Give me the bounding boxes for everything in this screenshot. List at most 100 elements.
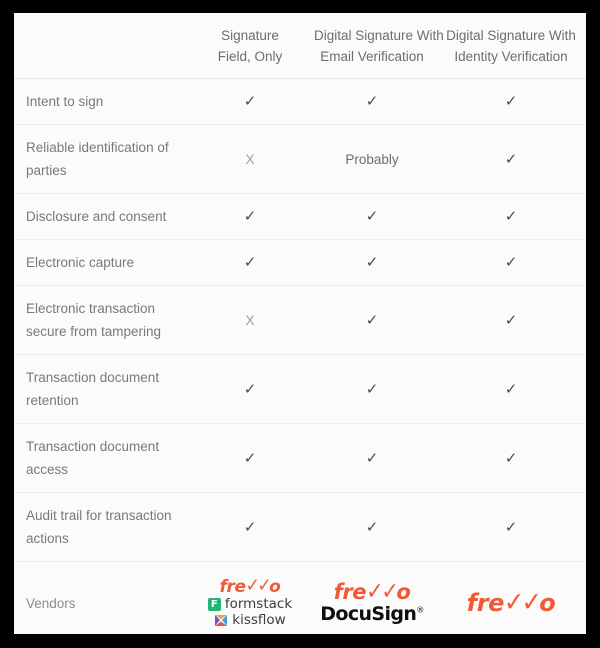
cell-value: ✓ <box>192 193 308 240</box>
row-label: Transaction document access <box>14 423 192 493</box>
signature-comparison-table: Signature Field, Only Digital Signature … <box>14 13 586 634</box>
check-icon: ✓ <box>243 254 257 271</box>
frevvo-check-glyphs: ✓✓ <box>366 577 399 605</box>
check-icon: ✓ <box>365 518 379 536</box>
cell-value: ✓ <box>308 78 436 125</box>
check-icon: ✓ <box>504 254 518 271</box>
check-icon: ✓ <box>365 449 379 467</box>
docusign-logo: DocuSign® <box>320 605 424 624</box>
table-row: Reliable identification of parties X Pro… <box>14 124 586 194</box>
cell-value: ✓ <box>192 239 308 286</box>
header-line-1: Digital Signature With <box>314 28 444 43</box>
formstack-icon <box>207 598 221 612</box>
table-header: Signature Field, Only Digital Signature … <box>14 13 586 79</box>
cell-value: ✓ <box>308 285 436 355</box>
check-icon: ✓ <box>504 208 518 225</box>
cell-value: ✓ <box>308 354 436 424</box>
cell-value: ✓ <box>308 423 436 493</box>
cell-value: ✓ <box>436 193 586 240</box>
vendor-label: kissflow <box>232 611 286 628</box>
vendor-formstack: formstack <box>207 597 292 612</box>
table-row: Transaction document retention ✓ ✓ ✓ <box>14 354 586 424</box>
cell-value: ✓ <box>436 423 586 493</box>
frevvo-check-glyphs: ✓✓ <box>245 574 272 598</box>
frevvo-text-c: o <box>539 589 556 617</box>
header-cell-criteria <box>14 13 192 79</box>
cell-value: X <box>192 285 308 355</box>
check-icon: ✓ <box>504 380 518 398</box>
docusign-wordmark: DocuSign <box>320 603 417 625</box>
table-row: Disclosure and consent ✓ ✓ ✓ <box>14 193 586 240</box>
vendor-kissflow: kissflow <box>214 611 286 628</box>
header-line-2: Email Verification <box>320 49 424 64</box>
row-label: Transaction document retention <box>14 354 192 424</box>
vendor-logo-stack: fre✓✓o DocuSign® <box>312 576 432 631</box>
header-line-1: Digital Signature With <box>446 28 576 43</box>
table-row: Electronic transaction secure from tampe… <box>14 285 586 355</box>
header-line-2: Identity Verification <box>454 49 568 64</box>
cell-value: ✓ <box>436 492 586 562</box>
row-label: Audit trail for transaction actions <box>14 492 192 562</box>
table-row: Audit trail for transaction actions ✓ ✓ … <box>14 492 586 562</box>
cell-value: ✓ <box>436 239 586 286</box>
row-label-vendors: Vendors <box>14 561 192 634</box>
header-line-1: Signature <box>221 28 279 43</box>
frevvo-text-a: fre <box>333 580 367 604</box>
cell-vendors-digital-signature-identity: fre✓✓o <box>436 561 586 634</box>
frevvo-text-c: o <box>396 580 411 604</box>
cell-value: X <box>192 124 308 194</box>
frevvo-logo: fre✓✓o <box>219 574 281 598</box>
table-row: Intent to sign ✓ ✓ ✓ <box>14 78 586 125</box>
check-icon: ✓ <box>504 93 518 110</box>
comparison-card: Signature Field, Only Digital Signature … <box>14 13 586 634</box>
vendor-logo-stack: fre✓✓o <box>440 585 582 622</box>
check-icon: ✓ <box>243 93 257 110</box>
check-icon: ✓ <box>504 518 518 536</box>
kissflow-icon <box>214 614 228 627</box>
screenshot-root: Signature Field, Only Digital Signature … <box>0 0 600 648</box>
check-icon: ✓ <box>365 311 379 329</box>
frevvo-text-a: fre <box>219 577 247 597</box>
check-icon: ✓ <box>243 449 257 467</box>
row-label: Electronic transaction secure from tampe… <box>14 285 192 355</box>
table-row: Transaction document access ✓ ✓ ✓ <box>14 423 586 493</box>
check-icon: ✓ <box>243 380 257 398</box>
header-cell-signature-field-only: Signature Field, Only <box>192 13 308 79</box>
frevvo-check-glyphs: ✓✓ <box>504 586 542 618</box>
check-icon: ✓ <box>243 208 257 225</box>
table-row: Electronic capture ✓ ✓ ✓ <box>14 239 586 286</box>
vendor-logo-stack: fre✓✓o formstack <box>196 573 304 634</box>
cell-value: ✓ <box>436 285 586 355</box>
frevvo-logo: fre✓✓o <box>333 577 411 605</box>
cross-icon: X <box>245 312 255 328</box>
cell-value: ✓ <box>308 492 436 562</box>
row-label: Intent to sign <box>14 78 192 125</box>
row-label: Reliable identification of parties <box>14 124 192 194</box>
row-label: Electronic capture <box>14 239 192 286</box>
row-label: Disclosure and consent <box>14 193 192 240</box>
check-icon: ✓ <box>504 311 518 329</box>
header-cell-digital-signature-identity-verification: Digital Signature With Identity Verifica… <box>436 13 586 79</box>
cell-value: ✓ <box>192 78 308 125</box>
cell-vendors-signature-field-only: fre✓✓o formstack <box>192 561 308 634</box>
cell-value: ✓ <box>192 354 308 424</box>
check-icon: ✓ <box>365 208 379 225</box>
table-body: Intent to sign ✓ ✓ ✓ Reliable identifica… <box>14 78 586 634</box>
frevvo-text-a: fre <box>466 589 505 617</box>
docusign-trademark: ® <box>416 605 424 615</box>
header-cell-digital-signature-email-verification: Digital Signature With Email Verificatio… <box>308 13 444 79</box>
cross-icon: X <box>245 151 255 167</box>
check-icon: ✓ <box>365 254 379 271</box>
cell-value: Probably <box>308 124 436 194</box>
header-row: Signature Field, Only Digital Signature … <box>14 13 586 79</box>
check-icon: ✓ <box>365 93 379 110</box>
frevvo-logo: fre✓✓o <box>466 586 556 618</box>
cell-text: Probably <box>345 151 399 167</box>
header-line-2: Field, Only <box>217 49 283 64</box>
cell-value: ✓ <box>308 239 436 286</box>
cell-value: ✓ <box>436 78 586 125</box>
cell-value: ✓ <box>436 124 586 194</box>
cell-vendors-digital-signature-email: fre✓✓o DocuSign® <box>308 561 436 634</box>
check-icon: ✓ <box>504 449 518 467</box>
cell-value: ✓ <box>436 354 586 424</box>
